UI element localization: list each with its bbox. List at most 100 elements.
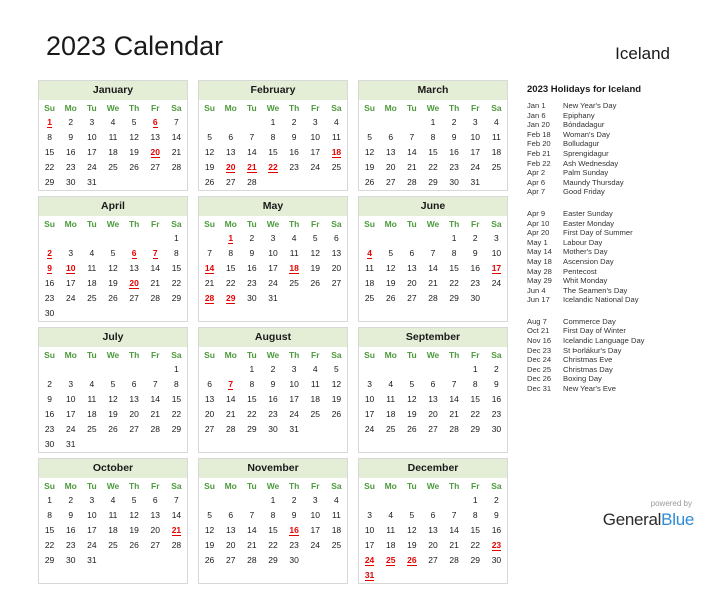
holiday-name: Good Friday <box>563 187 605 197</box>
day-cell: 13 <box>150 510 160 520</box>
holiday-name: New Year's Day <box>563 101 617 110</box>
weekday-th: Th <box>448 103 460 113</box>
day-cell: 15 <box>225 263 236 273</box>
day-cell: 19 <box>129 525 139 535</box>
day-cell: 12 <box>407 525 417 535</box>
holiday-row: Dec 25 Christmas Day <box>527 365 703 375</box>
day-cell-empty <box>199 362 220 377</box>
day-cell: 30 <box>491 424 502 434</box>
day-cell: 12 <box>204 147 215 157</box>
day-cell: 1 <box>270 495 276 505</box>
weekday-sa: Sa <box>331 481 342 491</box>
day-cell-empty <box>486 175 507 190</box>
day-cell: 20 <box>150 525 160 535</box>
holiday-name: Christmas Eve <box>563 355 613 365</box>
week-row: 1 2 3 4 <box>359 115 507 130</box>
day-cell: 14 <box>428 263 438 273</box>
day-cell: 15 <box>428 147 438 157</box>
week-row: 17 18 19 20 21 22 23 <box>359 538 507 553</box>
holiday-name: Epiphany <box>563 110 595 120</box>
day-cell-empty <box>166 437 187 452</box>
holiday-name: Whit Monday <box>563 276 608 286</box>
day-cell-empty <box>124 175 145 190</box>
weekday-fr: Fr <box>311 350 320 360</box>
day-cell: 11 <box>365 263 374 273</box>
day-cell: 13 <box>428 394 438 404</box>
day-cell: 31 <box>289 424 299 434</box>
day-cell-empty <box>102 175 123 190</box>
holiday-date: Apr 10 <box>527 218 550 228</box>
month-row: July Su Mo Tu We Th Fr Sa 1 2 3 4 5 6 7 8 9 10 11 12 13 14 15… <box>38 327 510 453</box>
day-cell: 9 <box>249 248 255 258</box>
day-cell-empty <box>380 568 401 583</box>
brand-name-blue: Blue <box>661 510 694 529</box>
day-cell: 12 <box>364 147 375 157</box>
day-cell-holiday: 10 <box>60 261 81 276</box>
day-cell: 24 <box>65 424 76 434</box>
day-cell: 2 <box>494 364 499 374</box>
week-row: 16 17 18 19 20 21 22 <box>39 407 187 422</box>
day-cell: 8 <box>174 248 179 258</box>
day-cell: 2 <box>472 233 478 243</box>
day-cell: 2 <box>68 117 74 127</box>
day-cell: 12 <box>108 263 118 273</box>
day-cell: 27 <box>129 424 139 434</box>
day-cell-holiday: 24 <box>359 553 380 568</box>
day-cell-empty <box>380 115 401 130</box>
day-cell: 18 <box>364 278 375 288</box>
week-row: 23 24 25 26 27 28 29 <box>39 422 187 437</box>
day-cell: 28 <box>407 177 417 187</box>
day-cell-empty <box>102 306 123 321</box>
week-row: 1 <box>39 362 187 377</box>
day-cell: 23 <box>289 162 299 172</box>
day-cell-empty <box>81 306 102 321</box>
day-cell-empty <box>262 175 283 190</box>
day-cell: 6 <box>388 132 394 142</box>
day-cell: 9 <box>68 510 74 520</box>
day-cell: 6 <box>228 510 234 520</box>
day-cell: 19 <box>310 263 320 273</box>
holiday-name: First Day of Winter <box>563 326 626 336</box>
day-cell: 27 <box>225 555 236 565</box>
week-row: 1 2 3 4 5 6 7 <box>39 493 187 508</box>
weekday-fr: Fr <box>471 350 480 360</box>
month-name: September <box>359 328 507 347</box>
holiday-date: Jan 6 <box>527 110 546 120</box>
weekday-we: We <box>266 103 280 113</box>
day-cell: 1 <box>174 233 179 243</box>
day-cell: 5 <box>207 132 212 142</box>
day-cell: 29 <box>44 177 55 187</box>
month-september: September Su Mo Tu We Th Fr Sa 1 2 3 4 5 6 7 8 9 10 11 12 1… <box>358 327 508 453</box>
day-cell: 30 <box>268 424 278 434</box>
day-cell: 30 <box>247 293 257 303</box>
day-cell: 25 <box>331 540 342 550</box>
day-cell: 24 <box>470 162 480 172</box>
day-cell-empty <box>124 437 145 452</box>
day-cell: 7 <box>207 248 212 258</box>
holiday-date: May 29 <box>527 276 552 286</box>
day-cell: 4 <box>89 248 95 258</box>
weekday-we: We <box>426 219 440 229</box>
weekday-mo: Mo <box>64 350 77 360</box>
day-cell-empty <box>359 493 380 508</box>
day-cell-empty <box>199 231 220 246</box>
weekday-tu: Tu <box>86 481 97 491</box>
day-cell: 7 <box>409 132 415 142</box>
week-row: 22 23 24 25 26 27 28 <box>39 538 187 553</box>
holiday-date: May 28 <box>527 266 552 276</box>
day-cell-empty <box>401 568 422 583</box>
day-cell: 29 <box>470 424 480 434</box>
month-name: March <box>359 81 507 100</box>
weekday-su: Su <box>204 103 215 113</box>
day-cell: 29 <box>268 555 278 565</box>
day-cell: 28 <box>171 162 182 172</box>
day-cell-empty <box>220 362 241 377</box>
day-cell: 10 <box>364 525 375 535</box>
holiday-row: May 14 Mother's Day <box>527 247 703 257</box>
day-cell: 16 <box>247 263 257 273</box>
day-cell: 12 <box>385 263 396 273</box>
day-cell: 19 <box>129 147 139 157</box>
day-cell: 11 <box>332 510 341 520</box>
week-row: 1 2 3 4 5 6 <box>199 231 347 246</box>
day-cell: 16 <box>470 263 480 273</box>
